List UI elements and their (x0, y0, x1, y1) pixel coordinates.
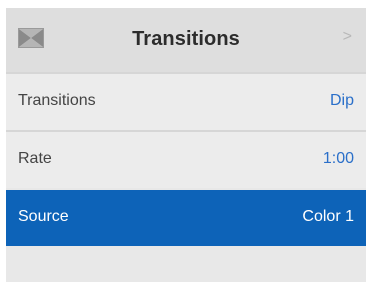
menu-row-value: Dip (329, 92, 354, 109)
menu-row-transitions[interactable]: Transitions Dip (6, 74, 366, 130)
menu-row-label: Transitions (18, 92, 96, 109)
menu-row-rate[interactable]: Rate 1:00 (6, 132, 366, 188)
menu-row-label: Source (18, 208, 69, 225)
panel-header: Transitions > (6, 8, 366, 72)
menu-row-value: Color 1 (302, 208, 354, 225)
page-title: Transitions (132, 28, 240, 50)
chevron-right-icon[interactable]: > (343, 28, 352, 46)
menu-row-source[interactable]: Source Color 1 (6, 190, 366, 246)
transitions-panel: Transitions > Transitions Dip Rate 1:00 … (6, 8, 366, 282)
menu-row-label: Rate (18, 150, 52, 167)
menu-row-value: 1:00 (322, 150, 354, 167)
